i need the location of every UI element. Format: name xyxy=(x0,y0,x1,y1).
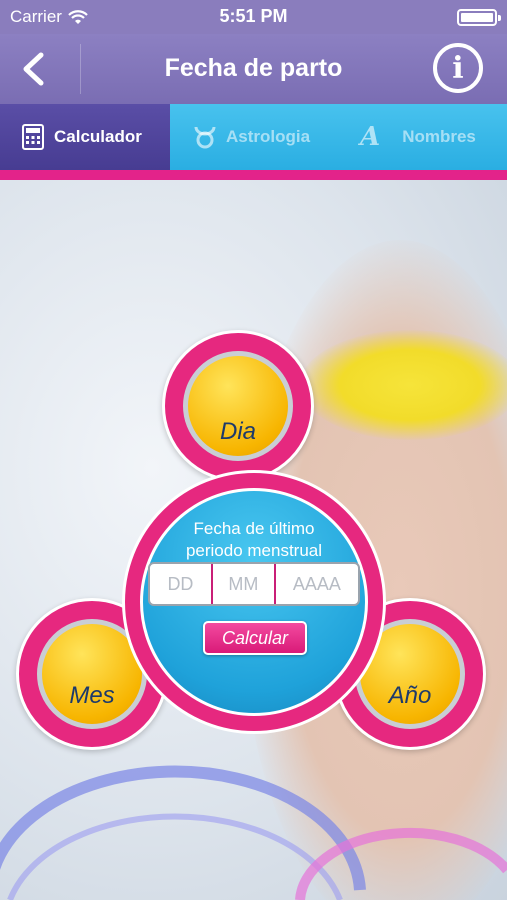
battery-icon xyxy=(457,9,501,26)
info-button[interactable]: i xyxy=(433,43,483,93)
calculate-button[interactable]: Calcular xyxy=(203,621,307,655)
rainbow-arcs xyxy=(0,765,507,900)
day-field[interactable]: DD xyxy=(150,564,211,604)
letter-a-icon: A xyxy=(360,122,381,152)
day-label: Dia xyxy=(219,418,256,445)
flower-image xyxy=(300,330,507,440)
calculator-panel: Dia Mes Año Fecha de último periodo mens… xyxy=(0,180,507,900)
status-time: 5:51 PM xyxy=(219,6,288,26)
month-field[interactable]: MM xyxy=(210,564,276,604)
tab-astrologia[interactable]: Astrologia xyxy=(170,104,340,170)
info-icon: i xyxy=(452,50,464,86)
year-label: Año xyxy=(388,682,432,709)
nav-bar: Fecha de parto i xyxy=(0,34,507,104)
taurus-icon xyxy=(194,126,216,149)
month-label: Mes xyxy=(69,682,115,709)
tab-nombres[interactable]: A Nombres xyxy=(340,104,507,170)
tab-bar: Calculador Astrologia A Nombres xyxy=(0,104,507,170)
calculator-icon xyxy=(22,124,44,150)
day-selector[interactable]: Dia xyxy=(183,351,293,461)
tab-label: Calculador xyxy=(54,127,142,146)
date-input-group: DD MM AAAA xyxy=(148,562,360,606)
accent-divider xyxy=(0,170,507,180)
form-title-line2: periodo menstrual xyxy=(185,541,323,560)
form-title: Fecha de último periodo menstrual xyxy=(140,518,368,562)
tab-label: Nombres xyxy=(402,127,476,146)
form-title-line1: Fecha de último xyxy=(193,519,315,538)
year-field[interactable]: AAAA xyxy=(276,564,358,604)
tab-label: Astrologia xyxy=(226,127,311,146)
status-bar: Carrier 5:51 PM xyxy=(0,0,507,34)
page-title: Fecha de parto xyxy=(164,54,343,82)
tab-calculador[interactable]: Calculador xyxy=(0,104,170,170)
